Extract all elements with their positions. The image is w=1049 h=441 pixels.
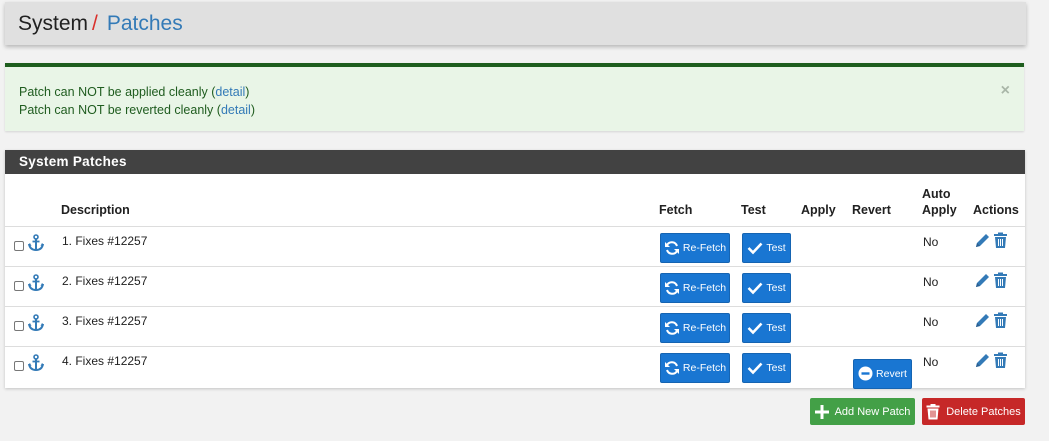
edit-icon[interactable] — [974, 352, 991, 372]
table-row: 2. Fixes #12257 Re-Fetch Test No — [5, 266, 1025, 306]
anchor-icon[interactable] — [27, 233, 45, 255]
test-button[interactable]: Test — [742, 272, 791, 303]
patch-description: 1. Fixes #12257 — [62, 233, 148, 248]
row-checkbox[interactable] — [14, 320, 24, 331]
anchor-icon[interactable] — [27, 313, 45, 335]
edit-icon[interactable] — [974, 232, 991, 252]
breadcrumb: System / Patches — [5, 2, 1026, 45]
delete-patches-button[interactable]: Delete Patches — [922, 398, 1025, 425]
patch-description: 2. Fixes #12257 — [62, 273, 148, 288]
col-actions: Actions — [973, 174, 1025, 227]
edit-icon[interactable] — [974, 312, 991, 332]
minus-circle-icon — [858, 366, 873, 381]
table-row: 3. Fixes #12257 Re-Fetch Test No — [5, 306, 1025, 346]
patches-table: Description Fetch Test Apply Revert Auto… — [5, 174, 1025, 390]
refetch-button[interactable]: Re-Fetch — [660, 272, 730, 303]
patch-description: 3. Fixes #12257 — [62, 313, 148, 328]
col-fetch: Fetch — [659, 174, 741, 227]
refresh-icon — [664, 320, 679, 335]
panel-title: System Patches — [5, 150, 1025, 174]
alert-text: ) — [250, 103, 256, 117]
col-test: Test — [741, 174, 801, 227]
refetch-button[interactable]: Re-Fetch — [660, 312, 730, 343]
test-button[interactable]: Test — [742, 232, 791, 263]
close-icon[interactable]: × — [1001, 83, 1010, 99]
trash-icon[interactable] — [993, 312, 1008, 332]
anchor-icon[interactable] — [27, 353, 45, 375]
check-icon — [747, 282, 763, 294]
alert-line-revert: Patch can NOT be reverted cleanly (detai… — [19, 101, 1010, 119]
check-icon — [747, 242, 763, 254]
detail-link[interactable]: detail — [221, 103, 251, 117]
refetch-button[interactable]: Re-Fetch — [660, 232, 730, 263]
alert-text: ) — [245, 85, 250, 99]
plus-icon — [814, 404, 829, 419]
breadcrumb-system[interactable]: System — [18, 12, 88, 36]
refetch-button[interactable]: Re-Fetch — [660, 352, 730, 383]
trash-icon[interactable] — [993, 352, 1008, 372]
breadcrumb-patches[interactable]: Patches — [107, 12, 183, 36]
col-apply: Apply — [801, 174, 852, 227]
system-patches-panel: System Patches Description Fetch Test Ap… — [5, 150, 1025, 390]
trash-icon[interactable] — [993, 272, 1008, 292]
edit-icon[interactable] — [974, 272, 991, 292]
anchor-icon[interactable] — [27, 273, 45, 295]
detail-link[interactable]: detail — [215, 85, 245, 99]
col-revert: Revert — [852, 174, 922, 227]
col-description: Description — [61, 174, 659, 227]
auto-apply-value: No — [923, 234, 939, 249]
check-icon — [747, 362, 763, 374]
alert-text: Patch can NOT be reverted cleanly ( — [19, 103, 221, 117]
status-alert: Patch can NOT be applied cleanly (detail… — [5, 63, 1024, 131]
row-checkbox[interactable] — [14, 280, 24, 291]
check-icon — [747, 322, 763, 334]
table-row: 4. Fixes #12257 Re-Fetch Test Revert No — [5, 346, 1025, 390]
table-header-row: Description Fetch Test Apply Revert Auto… — [5, 174, 1025, 227]
patch-description: 4. Fixes #12257 — [62, 353, 148, 368]
trash-icon[interactable] — [993, 232, 1008, 252]
alert-line-apply: Patch can NOT be applied cleanly (detail… — [19, 83, 1010, 101]
refresh-icon — [664, 280, 679, 295]
alert-text: Patch can NOT be applied cleanly ( — [19, 85, 216, 99]
refresh-icon — [664, 360, 679, 375]
test-button[interactable]: Test — [742, 312, 791, 343]
trash-icon — [926, 403, 940, 419]
row-checkbox[interactable] — [14, 360, 24, 371]
add-new-patch-button[interactable]: Add New Patch — [810, 398, 915, 425]
auto-apply-value: No — [923, 354, 939, 369]
revert-button[interactable]: Revert — [853, 358, 912, 389]
refresh-icon — [664, 240, 679, 255]
row-checkbox[interactable] — [14, 240, 24, 251]
breadcrumb-separator: / — [92, 11, 98, 35]
table-row: 1. Fixes #12257 Re-Fetch Test No — [5, 226, 1025, 266]
auto-apply-value: No — [923, 314, 939, 329]
test-button[interactable]: Test — [742, 352, 791, 383]
auto-apply-value: No — [923, 274, 939, 289]
col-auto-apply: Auto Apply — [922, 174, 973, 227]
